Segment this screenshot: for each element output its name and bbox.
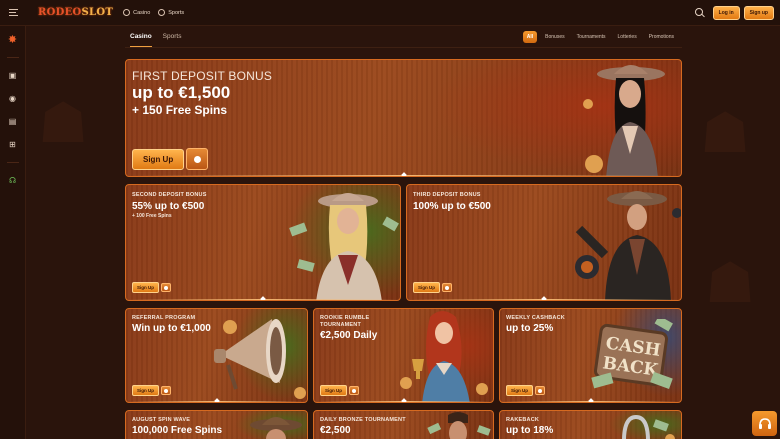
promo-caption-line1: ROOKIE RUMBLE — [320, 315, 370, 321]
headset-icon — [758, 417, 771, 429]
gamepad-icon[interactable]: ⊞ — [7, 139, 18, 150]
promo-amount: 55% up to €500 — [132, 201, 205, 212]
main-content: Casino Sports All Bonuses Tournaments Lo… — [125, 26, 682, 48]
search-icon[interactable] — [694, 7, 706, 19]
promo-amount: up to 18% — [506, 425, 554, 436]
logo-suffix: SLOT — [81, 7, 114, 18]
nav-casino[interactable]: Casino — [123, 9, 150, 16]
filter-promotions[interactable]: Promotions — [645, 31, 678, 43]
cowgirl-trophy-illustration — [400, 311, 488, 402]
promo-card-first-deposit[interactable]: FIRST DEPOSIT BONUS up to €1,500 + 150 F… — [125, 59, 682, 177]
info-icon[interactable] — [161, 283, 171, 292]
info-icon[interactable] — [186, 148, 209, 170]
login-button[interactable]: Log in — [712, 5, 740, 20]
promo-caption: FIRST DEPOSIT BONUS — [132, 69, 273, 83]
filter-bar: All Bonuses Tournaments Lotteries Promot… — [522, 30, 682, 43]
promo-card-second-deposit[interactable]: SECOND DEPOSIT BONUS 55% up to €500 + 10… — [125, 184, 401, 301]
promo-amount: 100% up to €500 — [413, 201, 491, 212]
support-chat-button[interactable] — [752, 411, 777, 436]
promo-amount: €2,500 Daily — [320, 330, 378, 341]
filter-lotteries[interactable]: Lotteries — [614, 31, 641, 43]
signup-button[interactable]: Sign Up — [132, 148, 185, 170]
promo-amount: Win up to €1,000 — [132, 323, 211, 334]
menu-icon[interactable] — [0, 0, 26, 26]
filter-tournaments[interactable]: Tournaments — [573, 31, 610, 43]
signup-button[interactable]: Sign Up — [413, 282, 440, 293]
sidebar-divider — [6, 162, 19, 163]
slot-machine-icon[interactable]: ▣ — [7, 70, 18, 81]
live-casino-icon[interactable]: ▤ — [7, 116, 18, 127]
sub-nav: Casino Sports All Bonuses Tournaments Lo… — [125, 26, 682, 48]
cowboy-portrait-illustration — [427, 412, 491, 439]
info-icon[interactable] — [349, 386, 359, 395]
tab-casino[interactable]: Casino — [130, 27, 152, 47]
promo-caption: THIRD DEPOSIT BONUS — [413, 192, 481, 198]
nav-sports[interactable]: Sports — [158, 9, 184, 16]
cashback-sign-illustration: CASH BACK — [591, 319, 673, 389]
signup-button[interactable]: Sign Up — [132, 282, 159, 293]
info-icon[interactable] — [161, 386, 171, 395]
promo-card-daily-bronze-tournament[interactable]: DAILY BRONZE TOURNAMENT €2,500 — [313, 410, 494, 439]
top-nav: Casino Sports — [123, 9, 184, 16]
support-headset-icon[interactable]: ☊ — [7, 175, 18, 186]
promo-caption: REFERRAL PROGRAM — [132, 315, 196, 321]
bull-skull-decoration-left: ☗ — [38, 91, 89, 154]
tab-sports[interactable]: Sports — [163, 27, 182, 46]
promo-caption: WEEKLY CASHBACK — [506, 315, 565, 321]
promo-amount: up to 25% — [506, 323, 554, 334]
live-broadcast-icon[interactable]: ◉ — [7, 93, 18, 104]
sidebar-divider — [6, 57, 19, 58]
info-icon[interactable] — [535, 386, 545, 395]
bull-skull-decoration-bottom-right: ☗ — [705, 251, 756, 314]
bull-skull-decoration-right: ☗ — [700, 101, 751, 164]
filter-bonuses[interactable]: Bonuses — [541, 31, 568, 43]
signup-button[interactable]: Sign Up — [320, 385, 347, 396]
promo-card-rakeback[interactable]: RAKEBACK up to 18% — [499, 410, 682, 439]
promo-amount: 100,000 Free Spins — [132, 425, 223, 436]
promo-card-august-spin-wave[interactable]: AUGUST SPIN WAVE 100,000 Free Spins — [125, 410, 308, 439]
cowgirl-illustration — [583, 65, 665, 176]
promo-subtitle: + 100 Free Spins — [132, 213, 172, 219]
nav-sports-label: Sports — [168, 9, 185, 16]
promo-card-rookie-tournament[interactable]: ROOKIE RUMBLE TOURNAMENT €2,500 Daily Si… — [313, 308, 494, 403]
signup-button[interactable]: Sign Up — [132, 385, 159, 396]
info-icon[interactable] — [442, 283, 452, 292]
promo-card-referral[interactable]: REFERRAL PROGRAM Win up to €1,000 Sign U… — [125, 308, 308, 403]
megaphone-illustration — [214, 319, 306, 399]
sidebar: ✸ ▣ ◉ ▤ ⊞ ☊ — [0, 26, 26, 439]
casino-icon — [123, 9, 131, 16]
cowgirl-blonde-illustration — [289, 193, 399, 300]
signup-button[interactable]: Sign up — [743, 5, 774, 20]
cowboy-illustration — [575, 191, 681, 300]
filter-all[interactable]: All — [522, 30, 538, 43]
promo-caption: RAKEBACK — [506, 417, 540, 423]
logo-brand: RODEO — [38, 7, 82, 18]
cowboy-hat-illustration — [250, 417, 302, 439]
promo-caption: SECOND DEPOSIT BONUS — [132, 192, 207, 198]
promo-caption-line2: TOURNAMENT — [320, 322, 362, 328]
sheriff-star-icon[interactable]: ✸ — [7, 34, 18, 46]
sports-icon — [158, 9, 166, 16]
promo-card-third-deposit[interactable]: THIRD DEPOSIT BONUS 100% up to €500 Sign… — [406, 184, 682, 301]
promo-subtitle: + 150 Free Spins — [132, 103, 228, 117]
promo-amount: €2,500 — [320, 425, 351, 436]
horseshoe-illustration — [622, 414, 675, 439]
promo-caption: DAILY BRONZE TOURNAMENT — [320, 417, 406, 423]
signup-button[interactable]: Sign Up — [506, 385, 533, 396]
logo[interactable]: RODEOSLOT — [38, 7, 113, 18]
nav-casino-label: Casino — [133, 9, 151, 16]
promo-card-weekly-cashback[interactable]: WEEKLY CASHBACK up to 25% Sign Up CASH B… — [499, 308, 682, 403]
top-header: RODEOSLOT Casino Sports Log in Sign up — [0, 0, 780, 26]
promo-caption: AUGUST SPIN WAVE — [132, 417, 191, 423]
promo-amount: up to €1,500 — [132, 83, 231, 102]
